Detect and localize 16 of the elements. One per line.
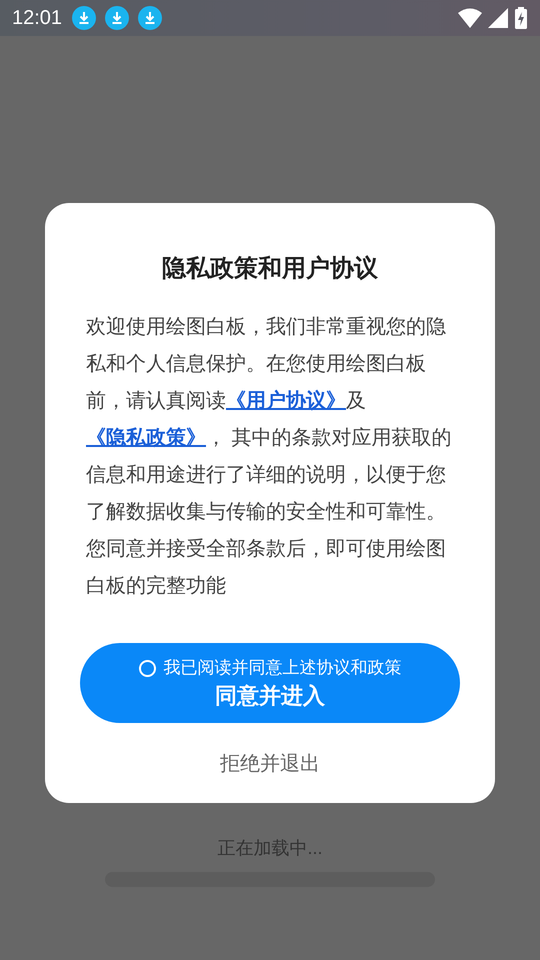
- wifi-icon: [458, 8, 482, 28]
- consent-label: 我已阅读并同意上述协议和政策: [164, 657, 402, 680]
- agree-button[interactable]: 我已阅读并同意上述协议和政策 同意并进入: [80, 643, 460, 723]
- download-icon: [138, 6, 162, 30]
- decline-button[interactable]: 拒绝并退出: [220, 749, 320, 779]
- policy-link[interactable]: 《用户协议》: [226, 390, 346, 412]
- signal-icon: [488, 8, 508, 28]
- download-icon: [72, 6, 96, 30]
- consent-checkbox[interactable]: [138, 660, 156, 676]
- download-icon: [105, 6, 130, 30]
- dialog-title: 隐私政策和用户协议: [162, 254, 378, 284]
- clock: 12:01: [12, 6, 62, 31]
- policy-link[interactable]: 《隐私政策》: [86, 427, 206, 449]
- battery-charging-icon: [514, 7, 528, 29]
- dialog-body: 欢迎使用绘图白板，我们非常重视您的隐私和个人信息保护。在您使用绘图白板前，请认真阅读《用户协议》及 《隐私政策》， 其中的条款对应用获取的信息和用途进行了详细的说明，以便于您了解数据收集与传输的安全性和可靠性。您同意并接受全部条款后，即可使用绘图白板的完整功能: [86, 315, 453, 599]
- agree-label: 同意并进入: [215, 682, 325, 710]
